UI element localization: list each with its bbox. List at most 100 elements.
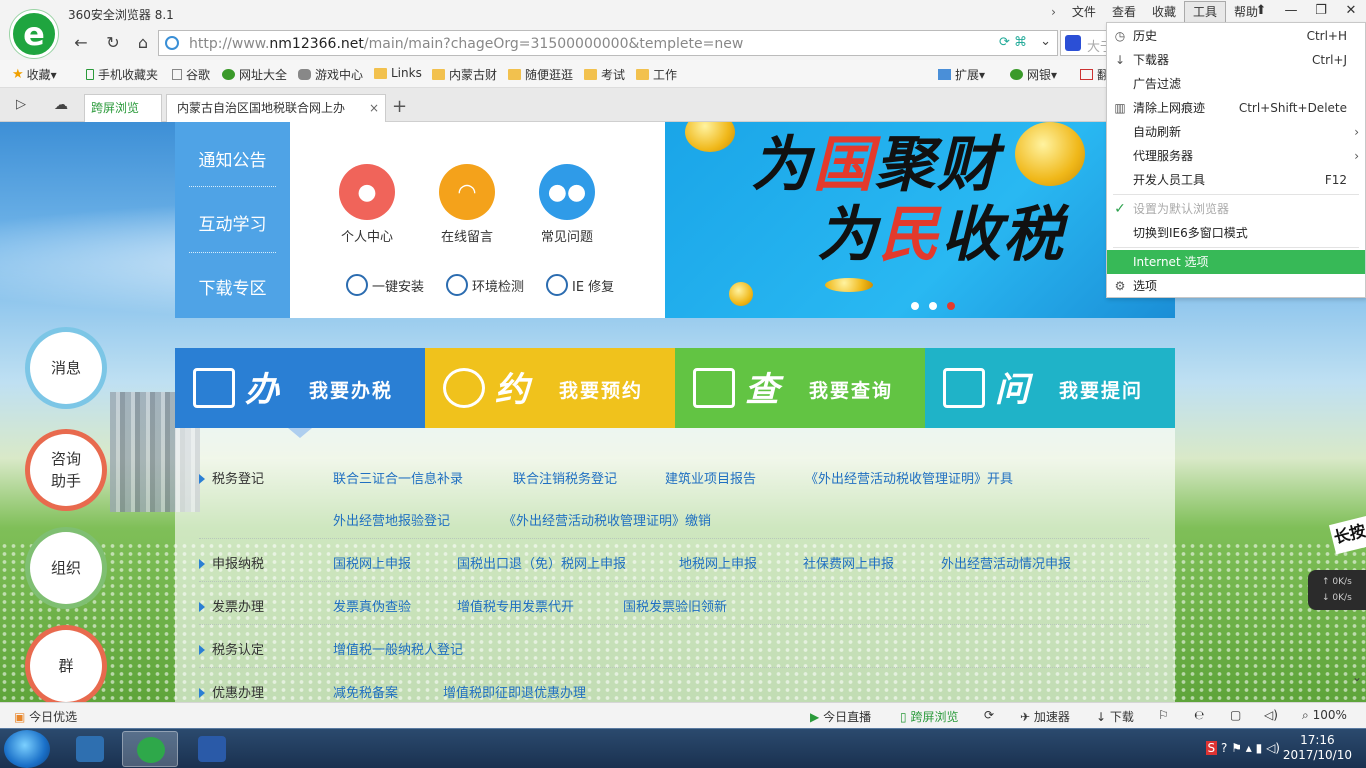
link-item[interactable]: 国税发票验旧领新 [623,596,727,615]
tile-appointment[interactable]: 约 我要预约 [425,348,675,428]
tab-active[interactable]: 内蒙古自治区国地税联合网上办 × [166,94,386,122]
status-ie-icon[interactable]: ℮ [1194,708,1204,722]
taskbar-explorer[interactable] [62,731,118,767]
tool-env-check[interactable]: 环境检测 [446,274,524,296]
skin-icon[interactable]: ⬆ [1246,0,1276,22]
status-accelerator[interactable]: ✈ 加速器 [1020,708,1070,725]
menu-item-downloader[interactable]: ↓ 下载器 Ctrl+J [1107,48,1365,72]
nav-learning[interactable]: 互动学习 [175,210,290,235]
bubble-consult[interactable]: 咨询 助手 [30,434,102,506]
link-item[interactable]: 建筑业项目报告 [665,468,756,487]
category-invoice[interactable]: 发票办理 [199,596,264,615]
headset-icon[interactable]: ◠ [439,164,495,220]
network-icon[interactable]: ▮ [1256,741,1263,755]
tile-query[interactable]: 查 我要查询 [675,348,925,428]
menu-item-dev-tools[interactable]: 开发人员工具 F12 [1107,168,1365,192]
link-item[interactable]: 外出经营地报验登记 [333,510,450,529]
status-cross-screen[interactable]: ▯ 跨屏浏览 [900,708,958,725]
link-item[interactable]: 联合注销税务登记 [513,468,617,487]
bookmark-games[interactable]: 游戏中心 [298,66,363,83]
category-tax-certification[interactable]: 税务认定 [199,639,264,658]
tab-cross-screen[interactable]: 跨屏浏览 [84,94,162,122]
category-declare-pay[interactable]: 申报纳税 [199,553,264,572]
link-item[interactable]: 社保费网上申报 [803,553,894,572]
url-dropdown-icon[interactable]: ⌄ [1040,34,1051,49]
bookmark-sites[interactable]: 网址大全 [222,66,287,83]
network-speed-widget[interactable]: ↑ 0K/s ↓ 0K/s [1308,570,1366,610]
menu-item-internet-options[interactable]: Internet 选项 [1107,250,1365,274]
link-item[interactable]: 联合三证合一信息补录 [333,468,463,487]
close-button[interactable]: ✕ [1336,0,1366,22]
bookmark-favorites[interactable]: ★ 收藏 ▾ [12,66,57,83]
category-preferential[interactable]: 优惠办理 [199,682,264,701]
bookmark-neimenggu[interactable]: 内蒙古财 [432,66,497,83]
link-item[interactable]: 增值税专用发票代开 [457,596,574,615]
bubble-messages[interactable]: 消息 [30,332,102,404]
system-tray[interactable]: S ? ⚑ ▴ ▮ ◁) [1205,741,1280,755]
scroll-down-icon[interactable]: ⌄ [1352,670,1362,684]
menu-file[interactable]: 文件 [1064,0,1104,24]
bubble-organization[interactable]: 组织 [30,532,102,604]
link-item[interactable]: 外出经营活动情况申报 [941,553,1071,572]
back-button[interactable]: ← [68,30,94,56]
reload-button[interactable]: ↻ [100,30,126,56]
menu-expand-chevron[interactable]: › [1043,5,1064,19]
status-today-picks[interactable]: ▣ 今日优选 [14,708,77,725]
link-item[interactable]: 增值税一般纳税人登记 [333,639,463,658]
bookmark-google[interactable]: 谷歌 [172,66,210,83]
quick-faq[interactable]: 常见问题 [522,226,612,245]
status-volume-icon[interactable]: ◁) [1264,708,1278,722]
cloud-icon[interactable]: ☁ [48,92,74,118]
menu-favorites[interactable]: 收藏 [1144,0,1184,24]
security-icon[interactable]: ⟳ ⌘ [999,35,1027,50]
bookmark-mobile[interactable]: 手机收藏夹 [86,66,158,83]
browser-logo[interactable]: e [10,10,58,58]
link-item[interactable]: 《外出经营活动税收管理证明》开具 [805,468,1013,487]
menu-item-ie6-mode[interactable]: 切换到IE6多窗口模式 [1107,221,1365,245]
menu-view[interactable]: 查看 [1104,0,1144,24]
menu-tools[interactable]: 工具 [1183,1,1226,23]
carousel-dot-active[interactable] [947,302,955,310]
status-bookmark-icon[interactable]: ⚐ [1158,708,1169,722]
tab-close-icon[interactable]: × [369,95,379,121]
minimize-button[interactable]: — [1276,0,1306,22]
url-input[interactable]: http://www.nm12366.net/main/main?chageOr… [158,30,1058,56]
tile-handle-tax[interactable]: 办 我要办税 [175,348,425,428]
start-button[interactable] [4,730,50,768]
ime-icon[interactable]: S [1205,741,1218,755]
home-button[interactable]: ⌂ [130,30,156,56]
link-item[interactable]: 发票真伪查验 [333,596,411,615]
status-live[interactable]: ▶ 今日直播 [810,708,871,725]
status-zoom[interactable]: ⌕ 100% [1302,708,1347,723]
link-item[interactable]: 减免税备案 [333,682,398,701]
status-download[interactable]: ↓ 下载 [1096,708,1134,725]
bookmark-browse[interactable]: 随便逛逛 [508,66,573,83]
bookmark-work[interactable]: 工作 [636,66,677,83]
sidebar-toggle-icon[interactable]: ▷ [8,92,34,118]
restore-button[interactable]: ❐ [1306,0,1336,22]
menu-item-clear-traces[interactable]: ▥ 清除上网痕迹 Ctrl+Shift+Delete [1107,96,1365,120]
flag-icon[interactable]: ⚑ [1231,741,1242,755]
link-item[interactable]: 增值税即征即退优惠办理 [443,682,586,701]
taskbar-360-browser[interactable] [122,731,178,767]
ebank-button[interactable]: 网银 ▾ [1010,66,1057,83]
carousel-dot[interactable] [929,302,937,310]
link-item[interactable]: 国税网上申报 [333,553,411,572]
banner-carousel[interactable]: 为国聚财 为民收税 [665,122,1175,318]
menu-item-ad-filter[interactable]: 广告过滤 [1107,72,1365,96]
person-icon[interactable]: ● [339,164,395,220]
menu-item-auto-refresh[interactable]: 自动刷新 › [1107,120,1365,144]
bubble-group[interactable]: 群 [30,630,102,702]
clock[interactable]: 17:16 2017/10/10 [1283,733,1352,763]
link-item[interactable]: 地税网上申报 [679,553,757,572]
menu-item-proxy[interactable]: 代理服务器 › [1107,144,1365,168]
extensions-button[interactable]: 扩展 ▾ [938,66,985,83]
category-tax-registration[interactable]: 税务登记 [199,468,264,487]
quick-personal-center[interactable]: 个人中心 [322,226,412,245]
status-refresh-icon[interactable]: ⟳ [984,708,994,722]
tray-expand-icon[interactable]: ▴ [1246,741,1252,755]
status-window-icon[interactable]: ▢ [1230,708,1241,722]
bookmark-exam[interactable]: 考试 [584,66,625,83]
carousel-dot[interactable] [911,302,919,310]
taskbar-word[interactable] [184,731,240,767]
